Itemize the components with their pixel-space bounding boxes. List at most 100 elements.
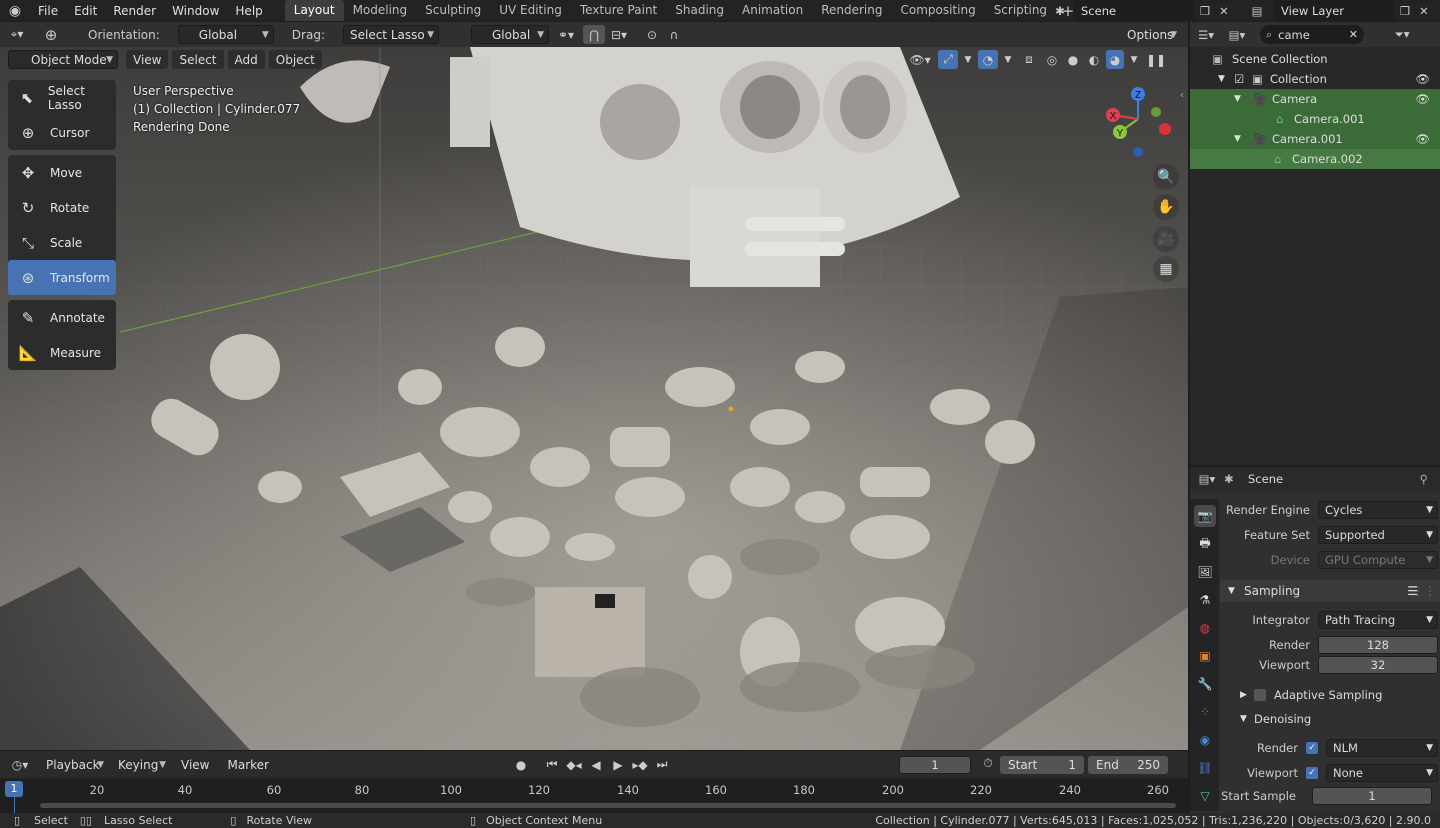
display-mode-icon[interactable]: ▤▾: [1222, 28, 1252, 42]
checkbox-icon[interactable]: ☑: [1234, 72, 1252, 86]
menu-view[interactable]: View: [126, 50, 169, 69]
sampling-panel-header[interactable]: ▼ Sampling ☰ ⋮⋮: [1220, 580, 1440, 602]
adaptive-sampling-checkbox[interactable]: [1254, 689, 1266, 701]
tab-object-icon[interactable]: ▣: [1194, 645, 1216, 667]
tab-layout[interactable]: Layout: [284, 0, 344, 21]
denoising-subpanel[interactable]: ▼ Denoising: [1240, 709, 1311, 729]
3d-viewport[interactable]: Z Y X Object Mode ▼ View Select Add Objec…: [0, 47, 1188, 750]
timeline-scrollbar[interactable]: [40, 803, 1176, 808]
filter-icon[interactable]: ⏷▾: [1382, 27, 1422, 42]
zoom-icon[interactable]: 🔍: [1153, 164, 1179, 190]
tool-move[interactable]: ✥ Move: [8, 155, 116, 190]
options-dropdown[interactable]: Options ▼: [1121, 25, 1181, 44]
start-frame-field[interactable]: Start 1: [1000, 756, 1084, 774]
denoise-viewport-checkbox[interactable]: ✓: [1306, 767, 1318, 779]
tool-select-lasso[interactable]: ⬉ Select Lasso: [8, 80, 116, 115]
outliner-row-camera-data-002[interactable]: ⌂ Camera.002: [1190, 149, 1440, 169]
outliner-editor-type-icon[interactable]: ☰▾: [1190, 28, 1222, 42]
rendered-shading-icon[interactable]: ◕: [1106, 50, 1124, 69]
snap-target-icon[interactable]: ⊟▾: [605, 28, 633, 42]
tab-constraints-icon[interactable]: ⛓: [1194, 757, 1216, 779]
tab-animation[interactable]: Animation: [733, 0, 812, 21]
delete-scene-icon[interactable]: ✕: [1216, 4, 1232, 18]
material-shading-icon[interactable]: ◐: [1085, 53, 1103, 67]
tool-annotate[interactable]: ✎ Annotate: [8, 300, 116, 335]
outliner-row-camera[interactable]: ▼ 🎥 Camera 👁: [1190, 89, 1440, 109]
tab-compositing[interactable]: Compositing: [891, 0, 984, 21]
tool-measure[interactable]: 📐 Measure: [8, 335, 116, 370]
eye-icon[interactable]: 👁: [1415, 72, 1430, 86]
outliner-row-collection[interactable]: ▼ ☑ ▣ Collection 👁: [1190, 69, 1440, 89]
new-view-layer-icon[interactable]: ❐: [1394, 4, 1416, 18]
current-frame-field[interactable]: 1: [899, 756, 971, 774]
playback-menu[interactable]: Playback ▼: [40, 755, 108, 774]
timeline-marker-menu[interactable]: Marker: [220, 755, 276, 774]
gizmo-toggle-icon[interactable]: ⤢: [938, 50, 958, 69]
start-sample-field[interactable]: 1: [1312, 787, 1432, 805]
tool-cursor[interactable]: ⊕ Cursor: [8, 115, 116, 150]
tab-world-icon[interactable]: ◍: [1194, 617, 1216, 639]
tab-physics-icon[interactable]: ◉: [1194, 729, 1216, 751]
integrator-dropdown[interactable]: Path Tracing ▼: [1318, 611, 1438, 629]
eye-icon[interactable]: 👁: [1415, 92, 1430, 106]
transform-pivot-icon[interactable]: ⊕: [34, 26, 68, 44]
shading-dropdown-icon[interactable]: ▼: [1127, 55, 1141, 65]
feature-set-dropdown[interactable]: Supported ▼: [1318, 526, 1438, 544]
eye-icon[interactable]: 👁: [1415, 132, 1430, 146]
playhead[interactable]: 1: [5, 781, 23, 797]
play-icon[interactable]: ▶: [608, 758, 628, 772]
camera-view-icon[interactable]: 🎥: [1153, 226, 1179, 252]
overlay-toggle-icon[interactable]: ◔: [978, 50, 998, 69]
gizmo-dropdown-icon[interactable]: ▼: [961, 55, 975, 65]
viewport-samples-field[interactable]: 32: [1318, 656, 1438, 674]
outliner-row-scene-collection[interactable]: ▣ Scene Collection: [1190, 49, 1440, 69]
tab-particles-icon[interactable]: ⁘: [1194, 701, 1216, 723]
scene-icon[interactable]: ✱: [1046, 4, 1074, 18]
tab-scene-icon[interactable]: ⚗: [1194, 589, 1216, 611]
properties-editor-type-icon[interactable]: ▤▾: [1190, 472, 1224, 486]
pin-icon[interactable]: ⚲: [1420, 472, 1428, 486]
tab-uv-editing[interactable]: UV Editing: [490, 0, 571, 21]
perspective-toggle-icon[interactable]: ▦: [1153, 256, 1179, 282]
drag-handle-icon[interactable]: ⋮⋮: [1412, 584, 1436, 598]
expand-arrow-icon[interactable]: ▼: [1234, 94, 1252, 104]
menu-render[interactable]: Render: [105, 4, 164, 18]
outliner-search-input[interactable]: ⌕ came ✕: [1260, 25, 1364, 44]
tab-rendering[interactable]: Rendering: [812, 0, 891, 21]
clear-search-icon[interactable]: ✕: [1349, 28, 1358, 41]
tab-modifier-icon[interactable]: 🔧: [1194, 673, 1216, 695]
new-scene-icon[interactable]: ❐: [1194, 4, 1216, 18]
tool-rotate[interactable]: ↻ Rotate: [8, 190, 116, 225]
menu-window[interactable]: Window: [164, 4, 227, 18]
tab-render-icon[interactable]: 📷: [1194, 505, 1216, 527]
render-engine-dropdown[interactable]: Cycles ▼: [1318, 501, 1438, 519]
editor-type-icon[interactable]: ⌖▾: [0, 27, 34, 42]
menu-help[interactable]: Help: [227, 4, 270, 18]
menu-select[interactable]: Select: [172, 50, 224, 69]
scene-selector[interactable]: Scene: [1074, 1, 1194, 20]
menu-file[interactable]: File: [30, 4, 66, 18]
wireframe-shading-icon[interactable]: ◎: [1043, 53, 1061, 67]
timeline-ruler[interactable]: 1 20 40 60 80 100 120 140 160 180 200 22…: [0, 779, 1188, 813]
tab-data-icon[interactable]: ▽: [1194, 785, 1216, 807]
keying-menu[interactable]: Keying ▼: [112, 755, 170, 774]
expand-arrow-icon[interactable]: ▼: [1234, 134, 1252, 144]
adaptive-sampling-subpanel[interactable]: ▶ Adaptive Sampling: [1240, 685, 1382, 705]
tool-scale[interactable]: ⤡ Scale: [8, 225, 116, 260]
prev-keyframe-icon[interactable]: ◆◂: [564, 758, 584, 772]
menu-edit[interactable]: Edit: [66, 4, 105, 18]
denoise-render-dropdown[interactable]: NLM ▼: [1326, 739, 1438, 757]
view-layer-icon[interactable]: ▤: [1240, 4, 1274, 18]
pan-hand-icon[interactable]: ✋: [1153, 194, 1179, 220]
end-frame-field[interactable]: End 250: [1088, 756, 1168, 774]
next-keyframe-icon[interactable]: ▸◆: [630, 758, 650, 772]
jump-end-icon[interactable]: ⏭: [652, 757, 672, 772]
transform-orientation-dropdown[interactable]: Global ▼: [470, 25, 549, 44]
outliner-row-camera-001[interactable]: ▼ 🎥 Camera.001 👁: [1190, 129, 1440, 149]
tab-texture-paint[interactable]: Texture Paint: [571, 0, 666, 21]
delete-view-layer-icon[interactable]: ✕: [1416, 4, 1432, 18]
denoise-render-checkbox[interactable]: ✓: [1306, 742, 1318, 754]
pause-render-icon[interactable]: ❚❚: [1144, 53, 1168, 67]
xray-icon[interactable]: ⧈: [1018, 52, 1040, 67]
view-layer-selector[interactable]: View Layer: [1274, 1, 1394, 20]
